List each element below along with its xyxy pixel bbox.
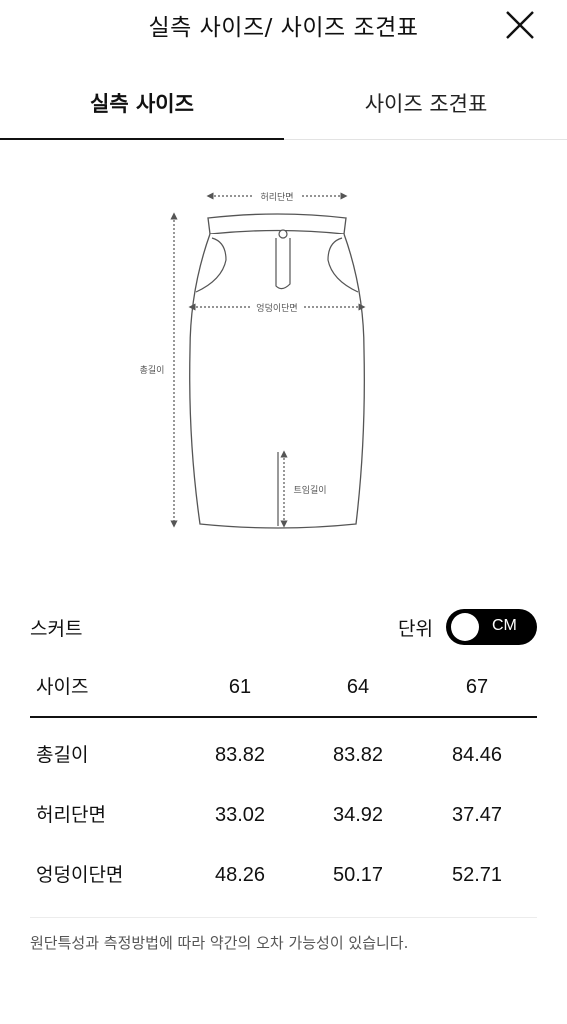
hip-label: 엉덩이단면 bbox=[256, 302, 297, 314]
table-row: 엉덩이단면 48.26 50.17 52.71 bbox=[30, 846, 537, 906]
waist-label: 허리단면 bbox=[260, 192, 293, 203]
tab-bar: 실측 사이즈 사이즈 조견표 bbox=[0, 70, 567, 140]
table-header-label: 사이즈 bbox=[36, 676, 89, 698]
row-label: 엉덩이단면 bbox=[36, 864, 124, 886]
row-label: 총길이 bbox=[36, 744, 89, 766]
table-cell: 37.47 bbox=[451, 804, 503, 826]
skirt-diagram: 허리단면 엉덩이단면 총길이 트임길이 bbox=[130, 180, 430, 540]
slit-label: 트임길이 bbox=[293, 484, 326, 496]
size-table: 사이즈 61 64 67 총길이 83.82 83.82 84.46 허리단면 … bbox=[30, 658, 537, 906]
skirt-illustration: 허리단면 엉덩이단면 총길이 트임길이 bbox=[140, 188, 366, 529]
unit-label: 단위 bbox=[398, 618, 433, 640]
table-header-cell: 67 bbox=[465, 676, 489, 698]
section-title: 스커트 bbox=[30, 618, 83, 640]
tab-size-chart[interactable]: 사이즈 조견표 bbox=[284, 70, 567, 140]
table-header-cell: 61 bbox=[228, 676, 252, 698]
unit-toggle[interactable]: CM bbox=[446, 609, 537, 645]
row-label: 허리단면 bbox=[36, 804, 106, 826]
table-row: 총길이 83.82 83.82 84.46 bbox=[30, 726, 537, 786]
header: 실측 사이즈/ 사이즈 조견표 bbox=[0, 0, 567, 56]
table-cell: 83.82 bbox=[332, 744, 384, 766]
page-title: 실측 사이즈/ 사이즈 조견표 bbox=[148, 15, 419, 41]
table-row: 허리단면 33.02 34.92 37.47 bbox=[30, 786, 537, 846]
divider bbox=[30, 917, 537, 918]
unit-value: CM bbox=[492, 617, 517, 634]
length-label: 총길이 bbox=[140, 365, 165, 376]
close-icon[interactable] bbox=[503, 8, 537, 42]
table-cell: 33.02 bbox=[214, 804, 266, 826]
table-cell: 84.46 bbox=[451, 744, 503, 766]
table-cell: 34.92 bbox=[332, 804, 384, 826]
tab-measured-size[interactable]: 실측 사이즈 bbox=[0, 70, 284, 140]
table-cell: 52.71 bbox=[451, 864, 503, 886]
toggle-knob[interactable] bbox=[451, 613, 479, 641]
table-header-row: 사이즈 61 64 67 bbox=[30, 658, 537, 718]
table-header-cell: 64 bbox=[346, 676, 370, 698]
table-cell: 48.26 bbox=[214, 864, 266, 886]
table-cell: 83.82 bbox=[214, 744, 266, 766]
table-cell: 50.17 bbox=[332, 864, 384, 886]
section-header: 스커트 단위 CM bbox=[30, 606, 537, 646]
close-button[interactable] bbox=[503, 8, 537, 42]
measurement-note: 원단특성과 측정방법에 따라 약간의 오차 가능성이 있습니다. bbox=[30, 934, 409, 952]
